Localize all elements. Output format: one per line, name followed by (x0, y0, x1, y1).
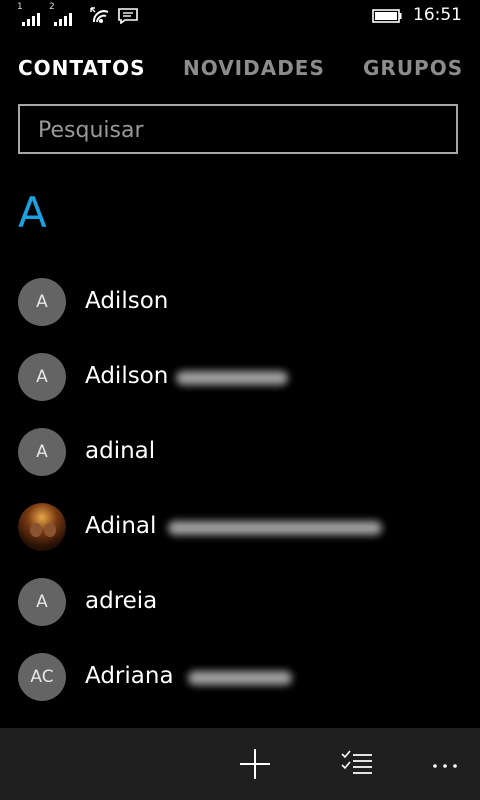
wifi-icon (90, 7, 109, 23)
redacted-surname (176, 371, 288, 385)
tab-novidades[interactable]: NOVIDADES (183, 56, 325, 80)
avatar: A (18, 278, 66, 326)
avatar-photo (18, 503, 66, 551)
select-list-icon[interactable] (338, 746, 378, 782)
tab-contatos[interactable]: CONTATOS (18, 56, 145, 80)
battery-icon (372, 9, 402, 23)
avatar: A (18, 353, 66, 401)
contact-item[interactable]: Adinal (0, 491, 480, 566)
contact-name: Adilson (85, 363, 169, 389)
message-icon (118, 8, 138, 24)
group-header-letter[interactable]: A (18, 188, 47, 237)
contact-name: adinal (85, 438, 156, 464)
contact-name: adreia (85, 588, 158, 614)
contact-item[interactable]: A adinal (0, 416, 480, 491)
more-icon[interactable] (425, 746, 465, 782)
add-icon[interactable] (235, 746, 275, 782)
contact-item[interactable]: A Adilson (0, 266, 480, 341)
tab-grupos[interactable]: GRUPOS (363, 56, 463, 80)
avatar: A (18, 428, 66, 476)
app-bar (0, 728, 480, 800)
contact-name: Adinal (85, 513, 157, 539)
contact-item[interactable]: A adreia (0, 566, 480, 641)
contact-name: Adriana (85, 663, 174, 689)
avatar: AC (18, 653, 66, 701)
sim2-label: 2 (49, 2, 55, 12)
avatar: A (18, 578, 66, 626)
pivot-tabs: CONTATOS NOVIDADES GRUPOS (18, 56, 480, 84)
contact-item[interactable]: A Adilson (0, 341, 480, 416)
redacted-surname (188, 671, 292, 685)
clock: 16:51 (413, 5, 462, 25)
contact-item[interactable]: AC Adriana (0, 641, 480, 716)
redacted-surname (168, 521, 382, 535)
search-input[interactable] (36, 114, 440, 146)
sim1-label: 1 (17, 2, 23, 12)
status-bar: 1 2 16:51 (0, 0, 480, 34)
search-box (18, 104, 458, 154)
contact-name: Adilson (85, 288, 169, 314)
